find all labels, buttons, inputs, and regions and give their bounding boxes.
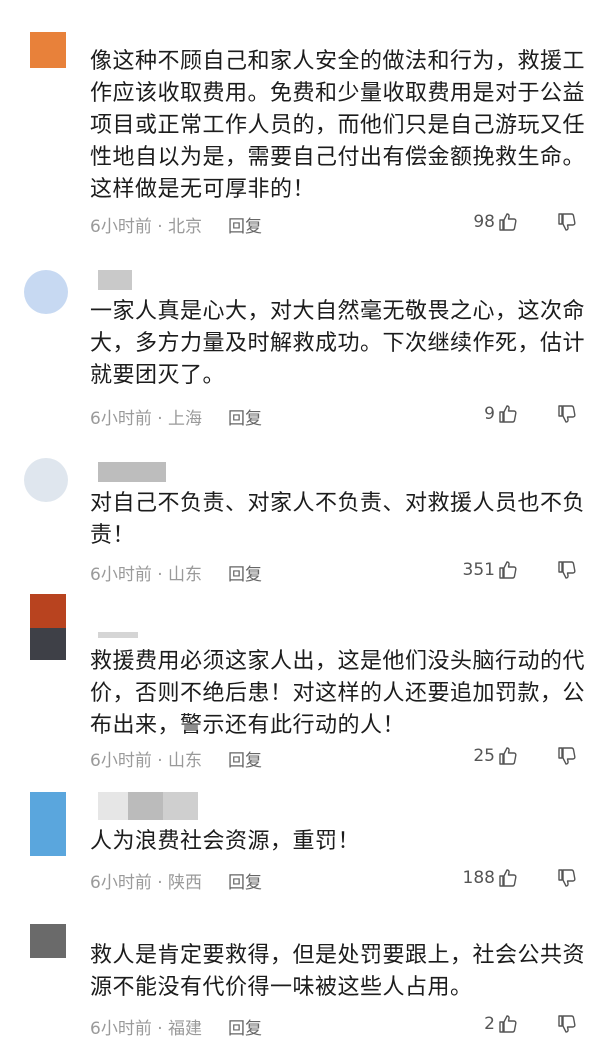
reply-button[interactable]: 回复 (228, 868, 262, 893)
reply-button[interactable]: 回复 (228, 212, 262, 237)
thumbs-up-icon (498, 404, 518, 424)
thumbs-up-icon (498, 560, 518, 580)
avatar-lower (30, 628, 66, 660)
avatar[interactable] (30, 594, 66, 628)
username-blurred (98, 462, 166, 482)
like-button[interactable]: 25 (473, 746, 518, 766)
thumbs-up-icon (498, 868, 518, 888)
reply-button[interactable]: 回复 (228, 746, 262, 771)
like-count: 2 (484, 1014, 495, 1034)
thumbs-down-icon[interactable] (556, 868, 578, 888)
comment-meta: 6小时前 · 陕西 回复 (90, 868, 262, 893)
avatar[interactable] (30, 32, 66, 68)
comment-text: 救人是肯定要救得，但是处罚要跟上，社会公共资源不能没有代价得一味被这些人占用。 (90, 943, 586, 1000)
thumbs-down-icon[interactable] (556, 746, 578, 766)
comment-text: 对自己不负责、对家人不负责、对救援人员也不负责！ (90, 491, 586, 548)
like-button[interactable]: 98 (473, 212, 518, 232)
thumbs-down-icon[interactable] (556, 1014, 578, 1034)
reply-button[interactable]: 回复 (228, 1014, 262, 1039)
like-count: 9 (484, 404, 495, 424)
thumbs-up-icon (498, 746, 518, 766)
thumbs-down-icon[interactable] (556, 404, 578, 424)
time-location: 6小时前 · 北京 (90, 217, 203, 237)
thumbs-up-icon (498, 1014, 518, 1034)
avatar[interactable] (24, 458, 68, 502)
username-blurred (98, 270, 132, 290)
comment-meta: 6小时前 · 山东 回复 (90, 560, 262, 585)
comment-text: 一家人真是心大，对大自然毫无敬畏之心，这次命大，多方力量及时解救成功。下次继续作… (90, 299, 586, 388)
like-button[interactable]: 2 (484, 1014, 518, 1034)
comment-meta: 6小时前 · 山东 回复 (90, 746, 262, 771)
like-button[interactable]: 9 (484, 404, 518, 424)
avatar[interactable] (30, 792, 66, 856)
avatar[interactable] (30, 924, 66, 958)
time-location: 6小时前 · 福建 (90, 1019, 203, 1039)
like-count: 188 (462, 868, 495, 888)
comment-text: 像这种不顾自己和家人安全的做法和行为，救援工作应该收取费用。免费和少量收取费用是… (90, 49, 586, 202)
comment-meta: 6小时前 · 福建 回复 (90, 1014, 262, 1039)
avatar[interactable] (24, 270, 68, 314)
comment-meta: 6小时前 · 北京 回复 (90, 212, 262, 237)
like-button[interactable]: 351 (463, 560, 518, 580)
like-count: 25 (473, 746, 495, 766)
time-location: 6小时前 · 上海 (90, 409, 203, 429)
time-location: 6小时前 · 山东 (90, 751, 203, 771)
reply-button[interactable]: 回复 (228, 560, 262, 585)
like-count: 98 (473, 212, 495, 232)
username-blurred (98, 632, 138, 638)
like-count: 351 (462, 560, 495, 580)
reply-button[interactable]: 回复 (228, 404, 262, 429)
comment-text: 救援费用必须这家人出，这是他们没头脑行动的代价，否则不绝后患！对这样的人还要追加… (90, 649, 586, 738)
thumbs-down-icon[interactable] (556, 212, 578, 232)
thumbs-down-icon[interactable] (556, 560, 578, 580)
username-blurred (98, 792, 198, 820)
time-location: 6小时前 · 陕西 (90, 873, 203, 893)
comment-text: 人为浪费社会资源，重罚！ (90, 829, 361, 854)
thumbs-up-icon (498, 212, 518, 232)
like-button[interactable]: 188 (463, 868, 518, 888)
comment-meta: 6小时前 · 上海 回复 (90, 404, 262, 429)
time-location: 6小时前 · 山东 (90, 565, 203, 585)
